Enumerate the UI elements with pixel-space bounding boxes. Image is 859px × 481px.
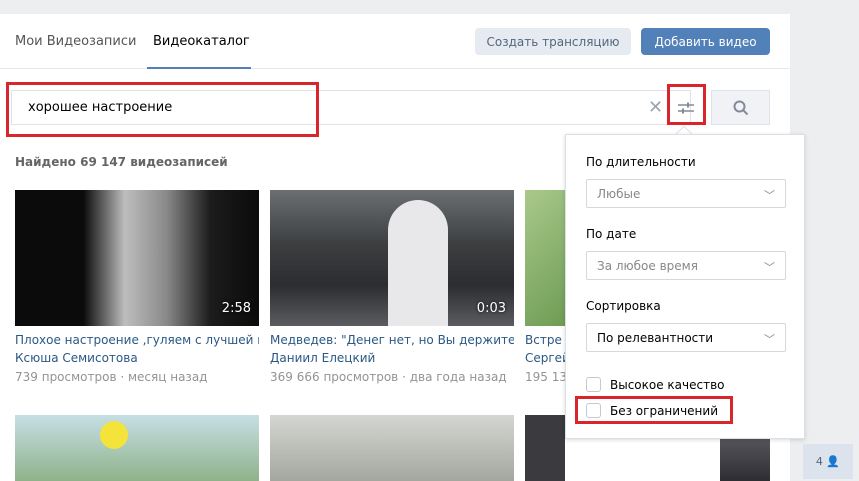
thumbnail-figure bbox=[388, 200, 448, 326]
tab-video-catalog[interactable]: Видеокаталог bbox=[153, 34, 250, 49]
page: Мои Видеозаписи Видеокаталог Создать тра… bbox=[0, 0, 859, 481]
video-card[interactable]: Встре Сергей 195 13 bbox=[525, 190, 565, 390]
video-thumbnail[interactable]: 2:58 bbox=[15, 190, 259, 326]
sort-select-value: По релевантности bbox=[597, 331, 714, 345]
filter-popup: По длительности Любые ﹀ По дате За любое… bbox=[565, 134, 805, 439]
video-author[interactable]: Сергей bbox=[525, 351, 565, 365]
search-button[interactable] bbox=[711, 90, 770, 125]
video-duration: 2:58 bbox=[221, 301, 251, 316]
video-title[interactable]: Встре bbox=[525, 333, 565, 347]
video-thumbnail[interactable] bbox=[270, 415, 514, 481]
friends-count: 4 bbox=[815, 455, 823, 468]
tab-my-videos[interactable]: Мои Видеозаписи bbox=[15, 34, 136, 49]
duration-filter-label: По длительности bbox=[586, 155, 696, 169]
results-count: Найдено 69 147 видеозаписей bbox=[15, 155, 228, 169]
video-title[interactable]: Медведев: "Денег нет, но Вы держитес... bbox=[270, 333, 514, 347]
sun-icon bbox=[100, 421, 128, 449]
video-thumbnail[interactable] bbox=[525, 190, 565, 326]
duration-select[interactable]: Любые ﹀ bbox=[586, 179, 786, 208]
video-title[interactable]: Плохое настроение ,гуляем с лучшей п... bbox=[15, 333, 259, 347]
hq-checkbox[interactable] bbox=[586, 377, 601, 392]
video-thumbnail[interactable] bbox=[525, 415, 565, 481]
active-tab-underline bbox=[147, 67, 251, 69]
video-author[interactable]: Ксюша Семисотова bbox=[15, 351, 138, 365]
video-thumbnail[interactable] bbox=[15, 415, 259, 481]
chevron-down-icon: ﹀ bbox=[764, 261, 775, 274]
unlimited-highlight-box bbox=[575, 396, 733, 424]
filter-highlight-box bbox=[667, 84, 706, 125]
video-age: месяц назад bbox=[128, 370, 208, 384]
video-views: 195 13 bbox=[525, 370, 565, 384]
user-icon: 👤 bbox=[826, 455, 841, 468]
sort-select[interactable]: По релевантности ﹀ bbox=[586, 323, 786, 352]
video-thumbnail[interactable]: 0:03 bbox=[270, 190, 514, 326]
video-views: 739 просмотров bbox=[15, 370, 117, 384]
chevron-down-icon: ﹀ bbox=[764, 333, 775, 346]
chevron-down-icon: ﹀ bbox=[764, 189, 775, 202]
friends-badge[interactable]: 4 👤 bbox=[803, 444, 853, 479]
sort-filter-label: Сортировка bbox=[586, 299, 661, 313]
search-icon bbox=[733, 100, 748, 115]
add-video-button[interactable]: Добавить видео bbox=[641, 28, 770, 55]
duration-select-value: Любые bbox=[597, 187, 641, 201]
date-select[interactable]: За любое время ﹀ bbox=[586, 251, 786, 280]
video-thumbnail[interactable] bbox=[720, 439, 770, 481]
video-meta: 739 просмотров · месяц назад bbox=[15, 370, 208, 384]
hq-checkbox-label: Высокое качество bbox=[610, 377, 725, 392]
hq-checkbox-row[interactable]: Высокое качество bbox=[586, 377, 725, 392]
close-icon[interactable]: ✕ bbox=[648, 97, 663, 118]
video-author[interactable]: Даниил Елецкий bbox=[270, 351, 375, 365]
create-stream-button[interactable]: Создать трансляцию bbox=[475, 28, 631, 55]
video-duration: 0:03 bbox=[476, 301, 506, 316]
video-views: 369 666 просмотров bbox=[270, 370, 399, 384]
search-highlight-box bbox=[6, 82, 319, 137]
date-select-value: За любое время bbox=[597, 259, 698, 273]
date-filter-label: По дате bbox=[586, 227, 637, 241]
video-age: два года назад bbox=[409, 370, 507, 384]
video-meta: 369 666 просмотров · два года назад bbox=[270, 370, 507, 384]
